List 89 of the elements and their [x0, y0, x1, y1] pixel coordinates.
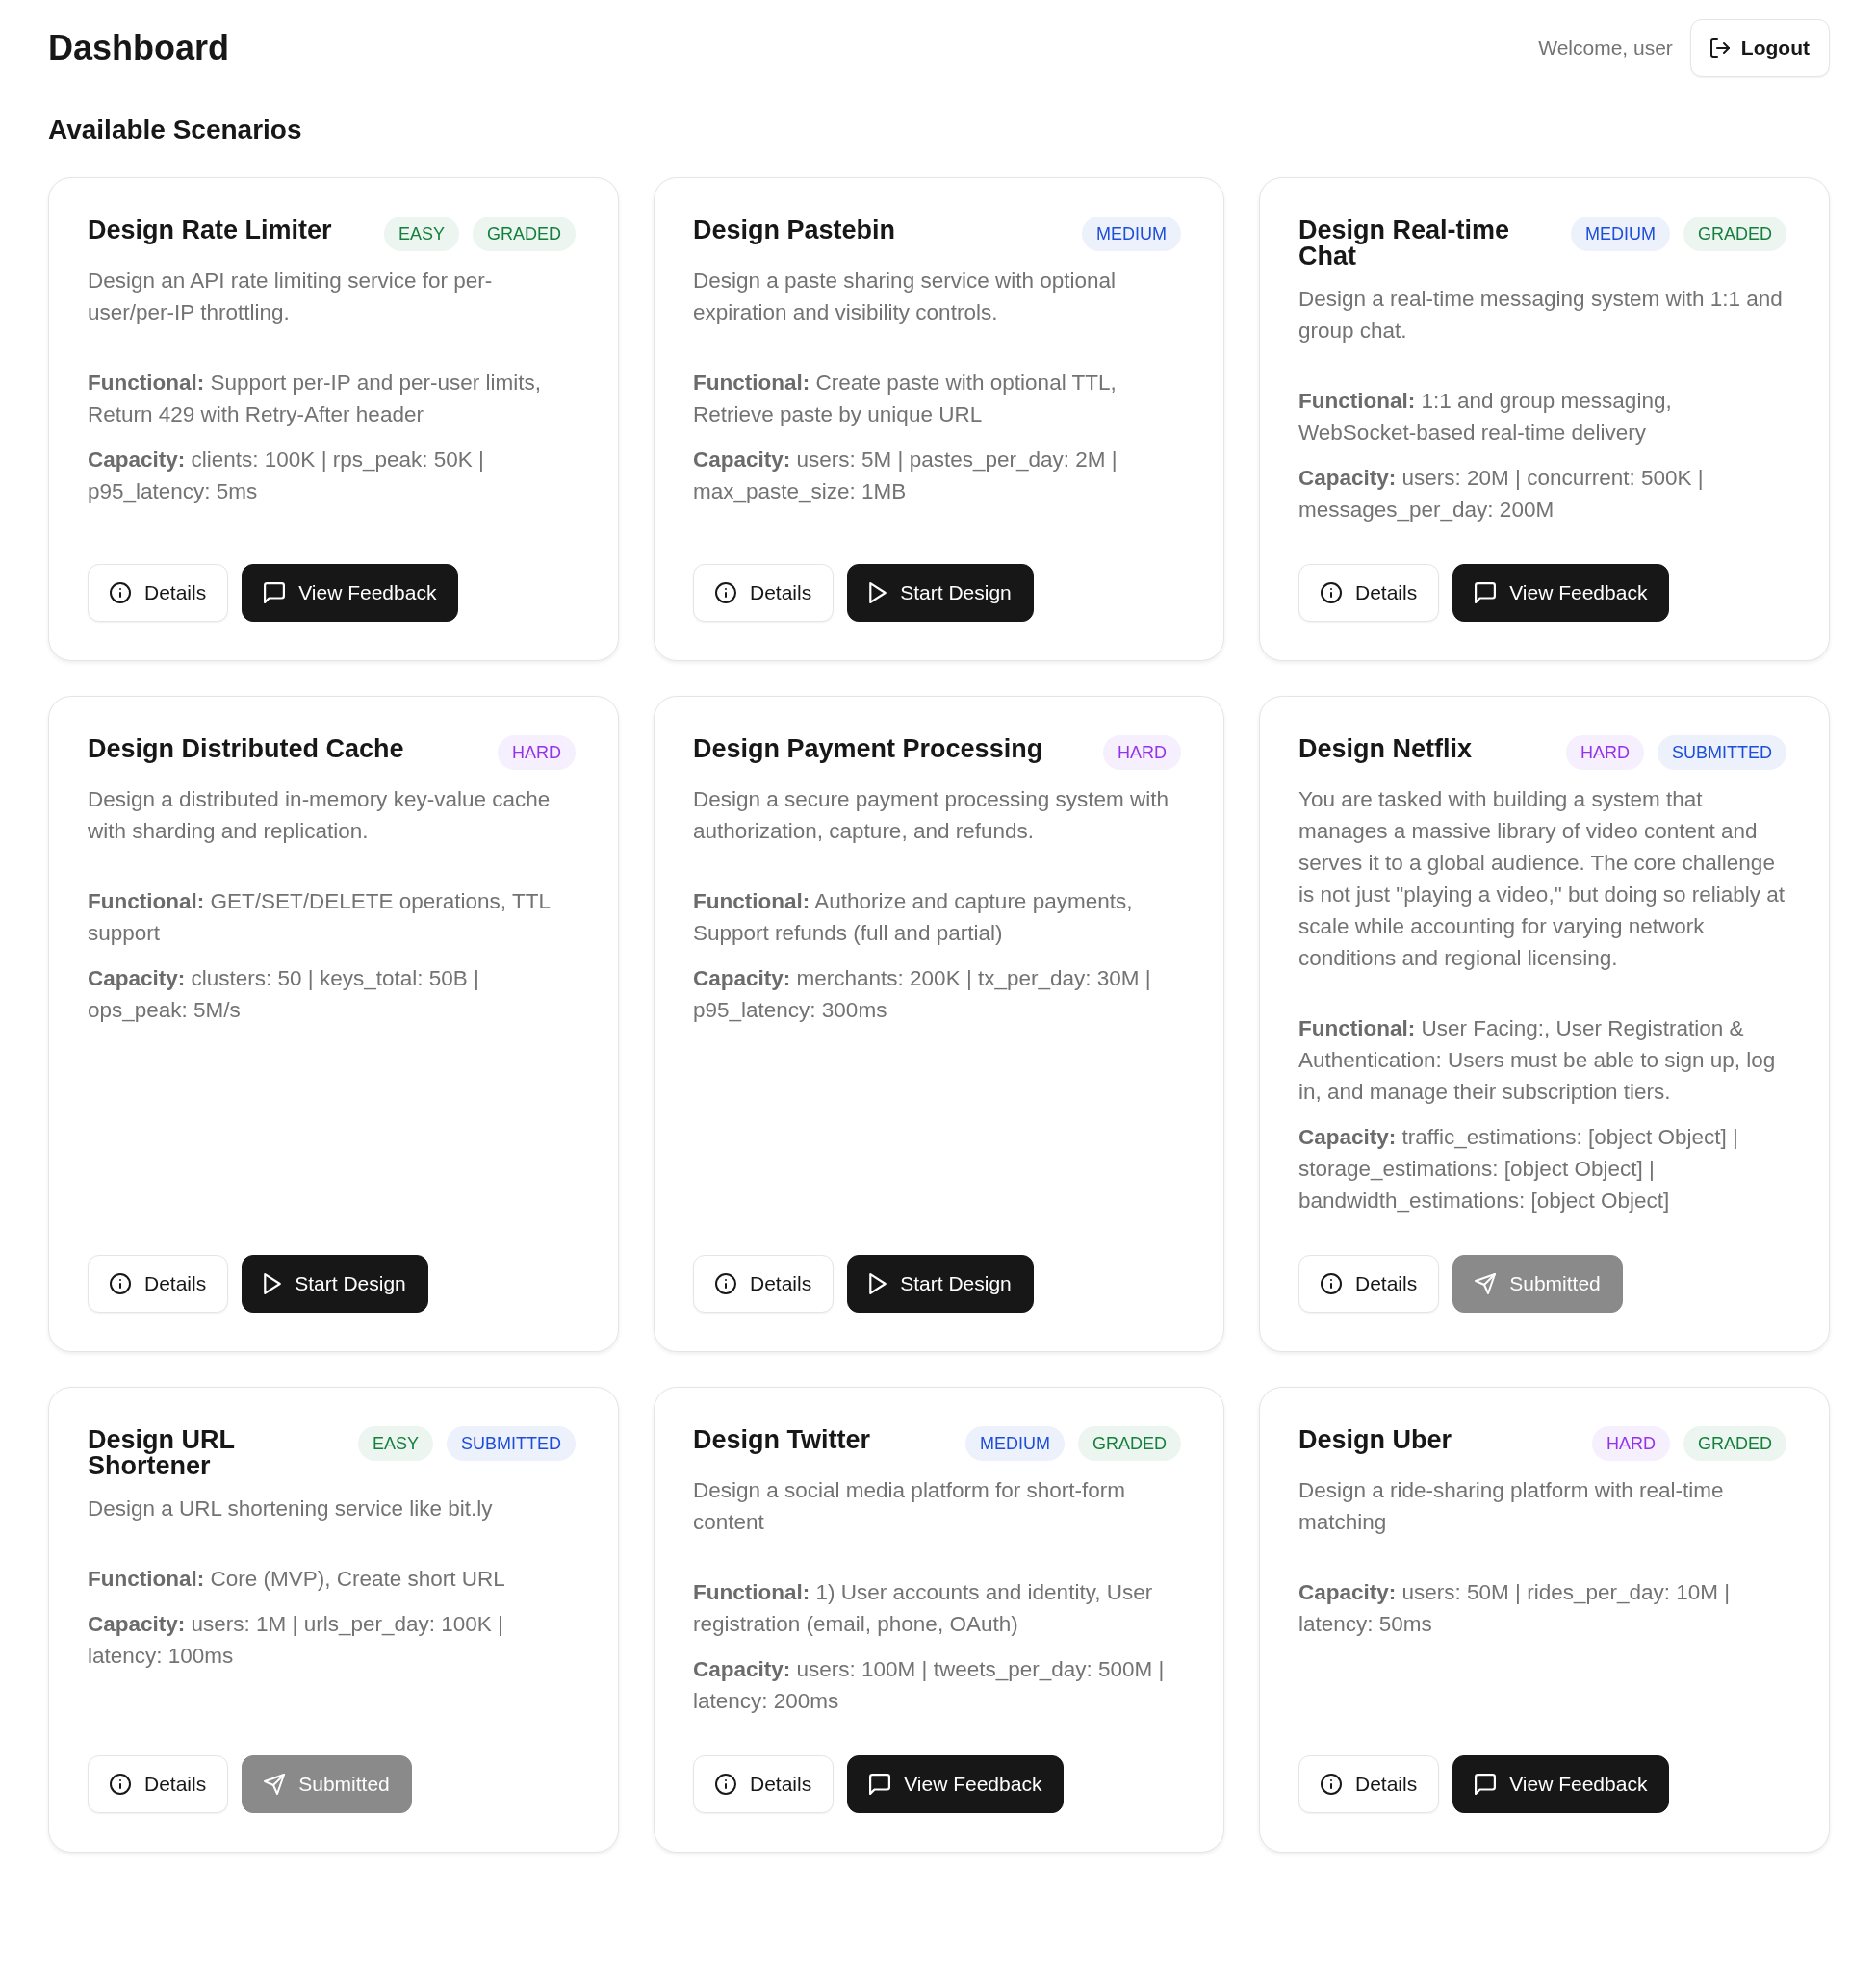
card-description: Design a real-time messaging system with 1:1 and group chat. [1298, 286, 1784, 345]
speech-bubble-icon [1475, 1774, 1497, 1795]
requirement-text: Capacity: clusters: 50 | keys_total: 50B | ops_peak: 5M/s [88, 965, 480, 1024]
speech-bubble-icon [1475, 582, 1497, 603]
info-icon [1321, 582, 1342, 603]
view-feedback-button[interactable]: View Feedback [1452, 1755, 1670, 1813]
card-description: Design an API rate limiting service for per-user/per-IP throttling. [88, 268, 494, 326]
requirement-text: Capacity: users: 50M | rides_per_day: 10M | latency: 50ms [1298, 1579, 1732, 1638]
tag-badge: SUBMITTED [1658, 735, 1786, 770]
tag-badge: GRADED [1683, 1426, 1786, 1461]
play-icon [869, 582, 887, 603]
tag-badge: SUBMITTED [447, 1426, 576, 1461]
play-icon [869, 1273, 887, 1294]
tag-badge: GRADED [1683, 217, 1786, 251]
card-title: Design Real-time Chat [1298, 217, 1511, 269]
card-description: Design a paste sharing service with optional expiration and visibility controls. [693, 268, 1117, 326]
info-icon [110, 582, 131, 603]
paper-plane-icon [264, 1774, 286, 1795]
requirement-text: Capacity: users: 20M | concurrent: 500K | messages_per_day: 200M [1298, 465, 1705, 524]
logout-button[interactable]: Logout [1689, 19, 1830, 77]
card-description: Design a distributed in-memory key-value cache with sharding and replication. [88, 786, 552, 845]
view-feedback-button[interactable]: View Feedback [847, 1755, 1065, 1813]
info-icon [110, 1273, 131, 1294]
logout-icon [1709, 38, 1730, 58]
start-design-button[interactable]: Start Design [847, 1255, 1034, 1313]
tag-badge: HARD [1591, 1426, 1670, 1461]
details-button[interactable]: Details [1298, 1755, 1440, 1813]
tag-badge: HARD [1565, 735, 1644, 770]
requirement-text: Capacity: clients: 100K | rps_peak: 50K | p95_latency: 5ms [88, 447, 485, 505]
tag-badge: MEDIUM [1082, 217, 1181, 251]
requirement-text: Capacity: traffic_estimations: [object Object] | storage_estimations: [object Object] | bandwidth_estimations: [object Object] [1298, 1124, 1739, 1215]
details-button[interactable]: Details [1298, 564, 1440, 622]
details-button[interactable]: Details [693, 1255, 835, 1313]
tag-badge: GRADED [1078, 1426, 1181, 1461]
info-icon [110, 1774, 131, 1795]
tag-badge: MEDIUM [965, 1426, 1065, 1461]
tag-badge: GRADED [473, 217, 576, 251]
tag-badge: EASY [383, 217, 459, 251]
card-title: Design Pastebin [693, 217, 896, 243]
card-title: Design Twitter [693, 1426, 871, 1453]
card-description: Design a social media platform for short-form content [693, 1477, 1126, 1536]
details-button[interactable]: Details [1298, 1255, 1440, 1313]
details-button[interactable]: Details [88, 564, 229, 622]
card-title: Design Netflix [1298, 735, 1473, 762]
card-title: Design URL Shortener [88, 1426, 236, 1479]
speech-bubble-icon [264, 582, 286, 603]
details-button[interactable]: Details [693, 1755, 835, 1813]
info-icon [1321, 1774, 1342, 1795]
details-button[interactable]: Details [88, 1755, 229, 1813]
info-icon [715, 1774, 736, 1795]
requirement-text: Functional: 1) User accounts and identity, User registration (email, phone, OAuth) [693, 1579, 1154, 1638]
info-icon [715, 1273, 736, 1294]
tag-badge: MEDIUM [1571, 217, 1670, 251]
page-title: Dashboard [48, 29, 230, 67]
requirement-text: Functional: 1:1 and group messaging, WebSocket-based real-time delivery [1298, 388, 1673, 447]
view-feedback-button[interactable]: View Feedback [1452, 564, 1670, 622]
requirement-text: Functional: User Facing:, User Registration & Authentication: Users must be able to sign up, log in, and manage their subscription tiers. [1298, 1015, 1777, 1106]
requirement-text: Functional: Support per-IP and per-user limits, Return 429 with Retry-After header [88, 370, 542, 428]
paper-plane-icon [1475, 1273, 1497, 1294]
requirement-text: Capacity: users: 1M | urls_per_day: 100K | latency: 100ms [88, 1611, 504, 1670]
card-title: Design Rate Limiter [88, 217, 332, 243]
section-heading: Available Scenarios [48, 114, 303, 146]
requirement-text: Functional: Create paste with optional TTL, Retrieve paste by unique URL [693, 370, 1118, 428]
tag-badge: HARD [498, 735, 576, 770]
play-icon [264, 1273, 282, 1294]
start-design-button[interactable]: Start Design [242, 1255, 428, 1313]
tag-badge: HARD [1103, 735, 1181, 770]
requirement-text: Capacity: users: 100M | tweets_per_day: 500M | latency: 200ms [693, 1656, 1166, 1715]
welcome-text: Welcome, user [1538, 37, 1673, 60]
tag-badge: EASY [357, 1426, 433, 1461]
requirement-text: Functional: Core (MVP), Create short URL [88, 1566, 506, 1593]
card-description: Design a ride-sharing platform with real-time matching [1298, 1477, 1725, 1536]
view-feedback-button[interactable]: View Feedback [242, 564, 459, 622]
card-title: Design Uber [1298, 1426, 1452, 1453]
requirement-text: Capacity: users: 5M | pastes_per_day: 2M | max_paste_size: 1MB [693, 447, 1118, 505]
card-description: Design a URL shortening service like bit.ly [88, 1496, 494, 1522]
start-design-button[interactable]: Start Design [847, 564, 1034, 622]
card-description: Design a secure payment processing system with authorization, capture, and refunds. [693, 786, 1169, 845]
requirement-text: Capacity: merchants: 200K | tx_per_day: 30M | p95_latency: 300ms [693, 965, 1152, 1024]
requirement-text: Functional: GET/SET/DELETE operations, TTL support [88, 888, 552, 947]
info-icon [1321, 1273, 1342, 1294]
card-description: You are tasked with building a system that manages a massive library of video content and serves it to a global audience. The core challenge is not just "playing a video," but doing so reliably at scale while accounting for varying network conditions and regional licensing. [1298, 786, 1786, 972]
card-title: Design Payment Processing [693, 735, 1043, 762]
requirement-text: Functional: Authorize and capture payments, Support refunds (full and partial) [693, 888, 1134, 947]
details-button[interactable]: Details [88, 1255, 229, 1313]
details-button[interactable]: Details [693, 564, 835, 622]
info-icon [715, 582, 736, 603]
card-title: Design Distributed Cache [88, 735, 404, 762]
speech-bubble-icon [869, 1774, 891, 1795]
